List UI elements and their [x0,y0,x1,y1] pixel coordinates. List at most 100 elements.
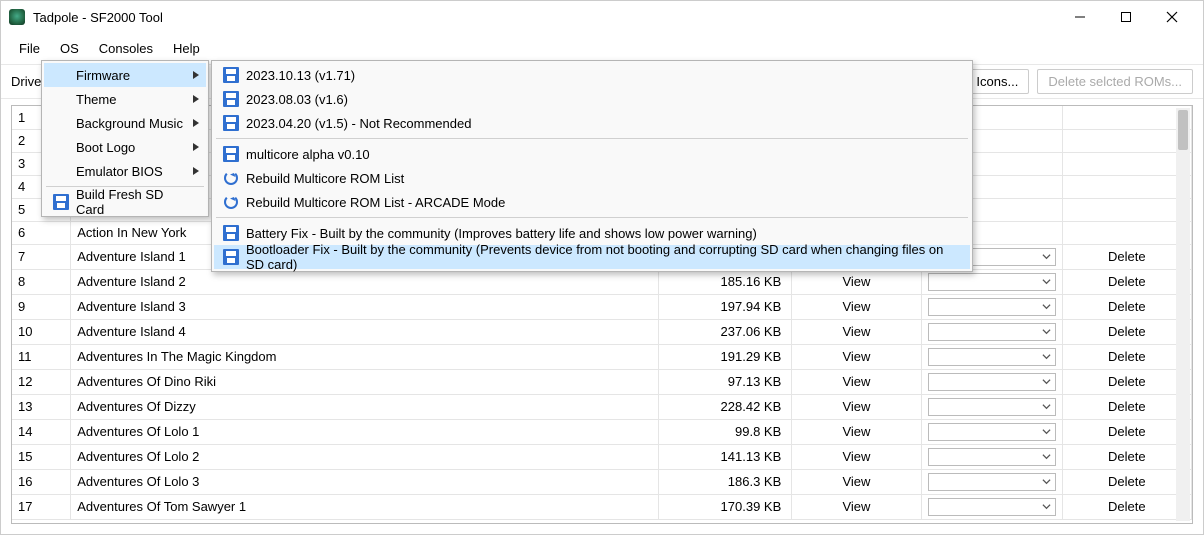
rom-name: Adventures Of Lolo 2 [71,444,659,469]
select-cell[interactable] [921,394,1062,419]
table-row: 14Adventures Of Lolo 199.8 KBViewDelete [12,419,1192,444]
dropdown[interactable] [928,448,1056,466]
rom-size: 99.8 KB [659,419,792,444]
rom-name: Adventures Of Tom Sawyer 1 [71,494,659,519]
dropdown[interactable] [928,298,1056,316]
firmware-menu-item[interactable]: multicore alpha v0.10 [214,142,970,166]
firmware-menu-item[interactable]: 2023.08.03 (v1.6) [214,87,970,111]
chevron-down-icon [1042,249,1051,264]
view-button[interactable]: View [792,419,921,444]
row-number: 11 [12,344,71,369]
table-row: 15Adventures Of Lolo 2141.13 KBViewDelet… [12,444,1192,469]
delete-button[interactable]: Delete [1062,344,1191,369]
delete-button [1062,221,1191,244]
row-number: 6 [12,221,71,244]
os-menu-item[interactable]: Background Music [44,111,206,135]
view-button[interactable]: View [792,469,921,494]
menu-file[interactable]: File [9,37,50,60]
save-icon [223,115,239,131]
firmware-menu-item[interactable]: 2023.10.13 (v1.71) [214,63,970,87]
select-cell[interactable] [921,444,1062,469]
firmware-menu-item[interactable]: 2023.04.20 (v1.5) - Not Recommended [214,111,970,135]
view-button[interactable]: View [792,319,921,344]
window-controls [1057,1,1195,33]
delete-button[interactable]: Delete [1062,444,1191,469]
view-button[interactable]: View [792,269,921,294]
select-cell[interactable] [921,269,1062,294]
delete-button[interactable]: Delete [1062,469,1191,494]
select-cell[interactable] [921,344,1062,369]
chevron-down-icon [1042,349,1051,364]
dropdown[interactable] [928,498,1056,516]
delete-button[interactable]: Delete [1062,269,1191,294]
view-button[interactable]: View [792,494,921,519]
dropdown[interactable] [928,348,1056,366]
menu-consoles[interactable]: Consoles [89,37,163,60]
select-cell[interactable] [921,469,1062,494]
save-icon [223,67,239,83]
view-button[interactable]: View [792,394,921,419]
os-menu-item[interactable]: Firmware [44,63,206,87]
delete-button[interactable]: Delete [1062,244,1191,269]
os-menu-item[interactable]: Theme [44,87,206,111]
delete-button [1062,152,1191,175]
delete-roms-button[interactable]: Delete selcted ROMs... [1037,69,1193,94]
minimize-button[interactable] [1057,1,1103,33]
menu-os[interactable]: OS [50,37,89,60]
view-button[interactable]: View [792,444,921,469]
dropdown[interactable] [928,473,1056,491]
rom-name: Adventures Of Lolo 3 [71,469,659,494]
select-cell[interactable] [921,294,1062,319]
scrollbar-thumb[interactable] [1178,110,1188,150]
rom-name: Adventure Island 2 [71,269,659,294]
table-row: 17Adventures Of Tom Sawyer 1170.39 KBVie… [12,494,1192,519]
save-icon [223,146,239,162]
delete-button[interactable]: Delete [1062,494,1191,519]
menu-build-fresh-sd[interactable]: Build Fresh SD Card [44,190,206,214]
os-menu-dropdown: FirmwareThemeBackground MusicBoot LogoEm… [41,60,209,217]
maximize-button[interactable] [1103,1,1149,33]
firmware-menu-item[interactable]: Rebuild Multicore ROM List [214,166,970,190]
table-row: 10Adventure Island 4237.06 KBViewDelete [12,319,1192,344]
dropdown[interactable] [928,423,1056,441]
select-cell[interactable] [921,369,1062,394]
vertical-scrollbar[interactable] [1176,108,1190,521]
dropdown[interactable] [928,273,1056,291]
close-button[interactable] [1149,1,1195,33]
menu-help[interactable]: Help [163,37,210,60]
rom-size: 170.39 KB [659,494,792,519]
titlebar: Tadpole - SF2000 Tool [1,1,1203,33]
os-menu-item[interactable]: Emulator BIOS [44,159,206,183]
select-cell[interactable] [921,419,1062,444]
delete-button[interactable]: Delete [1062,294,1191,319]
delete-button[interactable]: Delete [1062,419,1191,444]
firmware-menu-item[interactable]: Bootloader Fix - Built by the community … [214,245,970,269]
delete-button[interactable]: Delete [1062,394,1191,419]
view-button[interactable]: View [792,369,921,394]
view-button[interactable]: View [792,344,921,369]
select-cell[interactable] [921,319,1062,344]
submenu-arrow-icon [192,92,200,107]
dropdown[interactable] [928,323,1056,341]
row-number: 8 [12,269,71,294]
rom-size: 186.3 KB [659,469,792,494]
table-row: 12Adventures Of Dino Riki97.13 KBViewDel… [12,369,1192,394]
chevron-down-icon [1042,274,1051,289]
app-icon [9,9,25,25]
select-cell[interactable] [921,494,1062,519]
delete-button[interactable]: Delete [1062,319,1191,344]
firmware-menu-item[interactable]: Rebuild Multicore ROM List - ARCADE Mode [214,190,970,214]
delete-button [1062,106,1191,129]
table-row: 8Adventure Island 2185.16 KBViewDelete [12,269,1192,294]
chevron-down-icon [1042,399,1051,414]
rom-size: 197.94 KB [659,294,792,319]
row-number: 14 [12,419,71,444]
os-menu-item[interactable]: Boot Logo [44,135,206,159]
chevron-down-icon [1042,449,1051,464]
delete-button[interactable]: Delete [1062,369,1191,394]
table-row: 16Adventures Of Lolo 3186.3 KBViewDelete [12,469,1192,494]
refresh-icon [224,171,238,185]
dropdown[interactable] [928,373,1056,391]
dropdown[interactable] [928,398,1056,416]
view-button[interactable]: View [792,294,921,319]
